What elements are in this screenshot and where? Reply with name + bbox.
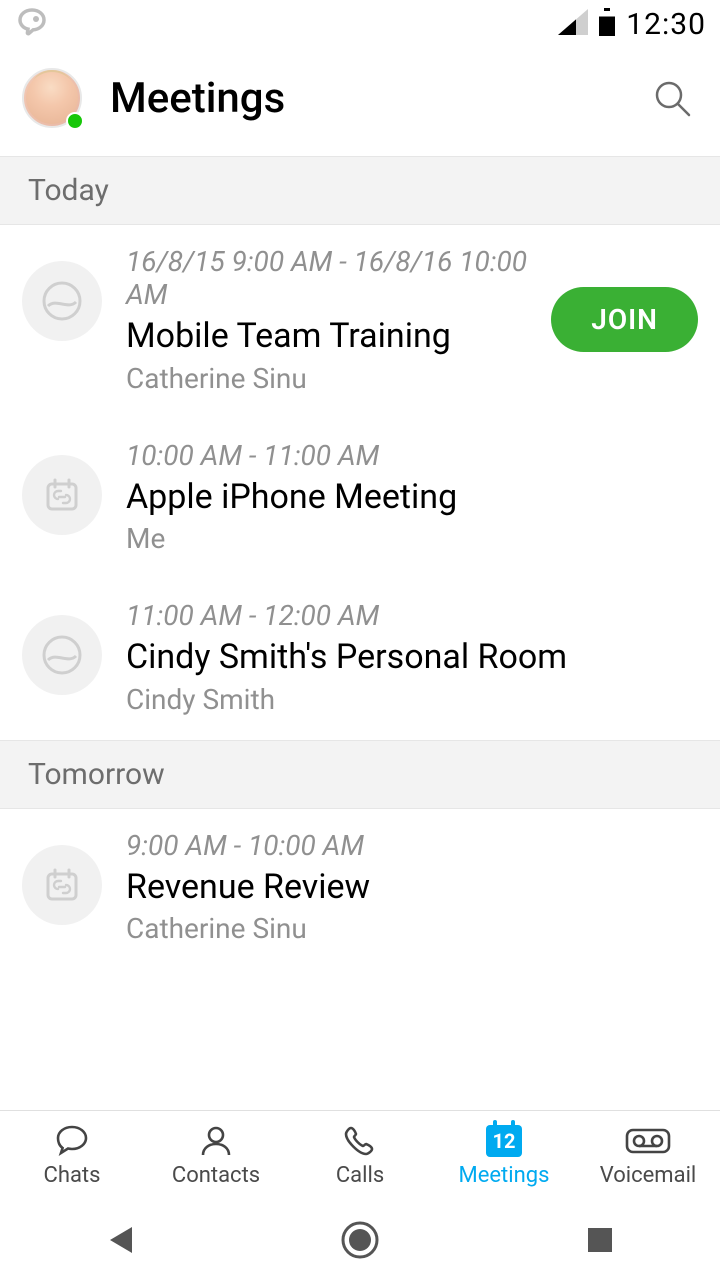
battery-icon (598, 8, 616, 40)
presence-indicator (66, 112, 84, 130)
page-title: Meetings (110, 74, 624, 123)
meeting-link-calendar-icon (22, 845, 102, 925)
nav-calendar-badge: 12 (486, 1125, 522, 1157)
nav-label: Voicemail (600, 1163, 697, 1188)
nav-voicemail[interactable]: Voicemail (576, 1111, 720, 1200)
bottom-nav: Chats Contacts Calls 12 Meetings Voicema… (0, 1110, 720, 1200)
nav-label: Meetings (459, 1163, 550, 1188)
meeting-row[interactable]: 10:00 AM - 11:00 AM Apple iPhone Meeting… (0, 419, 720, 580)
meeting-title: Revenue Review (126, 866, 698, 909)
system-nav (0, 1200, 720, 1280)
meeting-title: Mobile Team Training (126, 315, 527, 358)
back-icon[interactable] (100, 1220, 140, 1260)
search-icon[interactable] (652, 78, 692, 118)
chat-icon (53, 1123, 91, 1159)
phone-icon (342, 1123, 378, 1159)
meeting-time: 10:00 AM - 11:00 AM (126, 439, 698, 472)
meeting-title: Cindy Smith's Personal Room (126, 636, 698, 679)
meeting-time: 9:00 AM - 10:00 AM (126, 829, 698, 862)
calendar-icon: 12 (486, 1123, 522, 1159)
meeting-link-calendar-icon (22, 455, 102, 535)
meeting-row[interactable]: 9:00 AM - 10:00 AM Revenue Review Cather… (0, 809, 720, 970)
voicemail-icon (625, 1123, 671, 1159)
nav-chats[interactable]: Chats (0, 1111, 144, 1200)
home-icon[interactable] (340, 1220, 380, 1260)
nav-label: Contacts (172, 1163, 260, 1188)
nav-calls[interactable]: Calls (288, 1111, 432, 1200)
meeting-wave-icon (22, 615, 102, 695)
status-bar: 12:30 (0, 0, 720, 48)
meeting-row[interactable]: 11:00 AM - 12:00 AM Cindy Smith's Person… (0, 579, 720, 740)
nav-label: Calls (336, 1163, 384, 1188)
join-button[interactable]: JOIN (551, 287, 698, 352)
meetings-list: Today 16/8/15 9:00 AM - 16/8/16 10:00 AM… (0, 156, 720, 1110)
meeting-wave-icon (22, 261, 102, 341)
section-header-tomorrow: Tomorrow (0, 740, 720, 809)
meeting-organizer: Catherine Sinu (126, 362, 527, 395)
meeting-title: Apple iPhone Meeting (126, 476, 698, 519)
nav-meetings[interactable]: 12 Meetings (432, 1111, 576, 1200)
signal-icon (558, 9, 588, 39)
meeting-time: 16/8/15 9:00 AM - 16/8/16 10:00 AM (126, 245, 527, 311)
app-header: Meetings (0, 48, 720, 156)
meeting-organizer: Cindy Smith (126, 683, 698, 716)
meeting-time: 11:00 AM - 12:00 AM (126, 599, 698, 632)
status-time: 12:30 (626, 7, 706, 42)
meeting-organizer: Me (126, 522, 698, 555)
app-logo-icon (14, 6, 50, 42)
contacts-icon (198, 1123, 234, 1159)
section-header-today: Today (0, 156, 720, 225)
nav-contacts[interactable]: Contacts (144, 1111, 288, 1200)
meeting-organizer: Catherine Sinu (126, 912, 698, 945)
meeting-row[interactable]: 16/8/15 9:00 AM - 16/8/16 10:00 AM Mobil… (0, 225, 720, 419)
avatar[interactable] (22, 68, 82, 128)
nav-label: Chats (44, 1163, 101, 1188)
recent-apps-icon[interactable] (580, 1220, 620, 1260)
